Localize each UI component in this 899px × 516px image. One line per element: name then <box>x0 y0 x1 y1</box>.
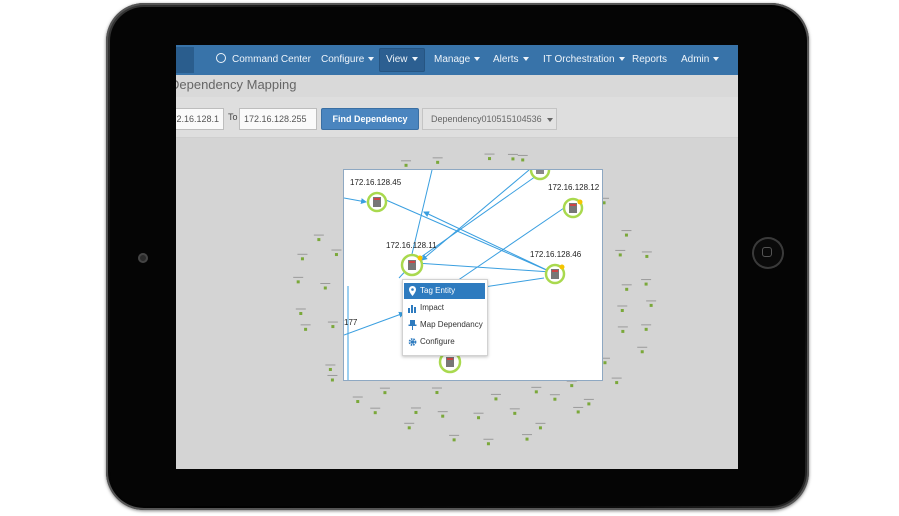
chevron-down-icon <box>618 57 625 62</box>
gear-icon <box>408 338 417 346</box>
to-ip-input[interactable]: 172.16.128.255 <box>239 108 317 130</box>
dashboard-icon <box>216 53 226 64</box>
background-node[interactable] <box>615 249 626 257</box>
node-label: 177 <box>344 318 358 327</box>
app-screen: Command Center Configure View Manage Ale… <box>176 45 738 469</box>
chevron-down-icon <box>474 57 481 62</box>
background-node[interactable] <box>573 406 584 414</box>
background-node[interactable] <box>566 380 577 388</box>
background-node[interactable] <box>449 434 460 442</box>
background-node[interactable] <box>490 393 501 401</box>
background-node[interactable] <box>617 326 628 333</box>
node-partial-top[interactable] <box>529 170 551 181</box>
nav-reports[interactable]: Reports <box>632 45 667 75</box>
node-label: 172.16.128.12 <box>548 183 600 192</box>
background-node[interactable] <box>331 249 342 257</box>
nav-view[interactable]: View <box>379 48 425 72</box>
background-node[interactable] <box>531 386 542 394</box>
edge <box>421 170 530 261</box>
chevron-down-icon <box>368 57 375 62</box>
camera-icon <box>138 253 148 263</box>
menu-item-configure[interactable]: Configure <box>404 334 485 350</box>
background-node[interactable] <box>583 398 594 406</box>
background-node[interactable] <box>473 412 484 420</box>
to-label: To <box>228 112 238 122</box>
background-node[interactable] <box>297 253 308 261</box>
background-node[interactable] <box>404 422 415 430</box>
background-node[interactable] <box>432 157 443 164</box>
background-node[interactable] <box>646 300 657 307</box>
title-bar: Dependency Mapping <box>176 75 738 97</box>
background-node[interactable] <box>641 251 652 258</box>
background-node[interactable] <box>437 411 448 418</box>
background-node[interactable] <box>295 308 306 315</box>
impact-chart-icon <box>408 305 416 313</box>
node-label: 172.16.128.46 <box>530 250 582 259</box>
background-node[interactable] <box>327 374 338 382</box>
background-node[interactable] <box>611 377 622 385</box>
background-node[interactable] <box>621 284 632 291</box>
edge <box>483 277 545 288</box>
chevron-down-icon <box>522 57 529 62</box>
background-node[interactable] <box>379 387 390 395</box>
background-node[interactable] <box>621 230 632 237</box>
background-node[interactable] <box>300 324 311 331</box>
nav-admin[interactable]: Admin <box>681 45 720 75</box>
menu-item-impact[interactable]: Impact <box>404 300 485 316</box>
home-button[interactable] <box>752 237 784 269</box>
menu-item-map-dependancy[interactable]: Map Dependancy <box>404 317 485 333</box>
background-node[interactable] <box>507 153 518 161</box>
background-node[interactable] <box>549 394 560 401</box>
background-node[interactable] <box>617 305 628 312</box>
nav-command-center[interactable]: Command Center <box>216 45 311 75</box>
background-node[interactable] <box>509 408 520 415</box>
server-node-icon[interactable] <box>562 197 584 219</box>
find-dependency-button[interactable]: Find Dependency <box>321 108 419 130</box>
from-ip-input[interactable]: 172.16.128.1 <box>176 108 224 130</box>
page-title: Dependency Mapping <box>176 77 297 92</box>
context-menu: Tag Entity Impact Map Dependancy Configu… <box>402 279 488 356</box>
edge <box>344 197 367 205</box>
background-node[interactable] <box>293 276 304 284</box>
dependency-select[interactable]: Dependency010515104536 <box>422 108 557 130</box>
nav-it-orchestration[interactable]: IT Orchestration <box>543 45 625 75</box>
nav-manage[interactable]: Manage <box>434 45 481 75</box>
background-node[interactable] <box>327 321 338 329</box>
edge <box>415 260 552 273</box>
background-node[interactable] <box>370 407 381 415</box>
background-node[interactable] <box>637 346 648 354</box>
node-label: 172.16.128.45 <box>350 178 402 187</box>
menu-item-tag-entity[interactable]: Tag Entity <box>404 283 485 299</box>
background-node[interactable] <box>352 396 363 404</box>
chevron-down-icon <box>546 117 553 122</box>
background-node[interactable] <box>410 407 421 414</box>
chevron-down-icon <box>411 57 418 62</box>
background-node[interactable] <box>325 364 336 371</box>
zoom-popup: 172.16.128.45 172.16.128.12 172.16.128.1… <box>343 169 603 381</box>
background-node[interactable] <box>483 438 494 446</box>
dependency-toolbar: 172.16.128.1 To 172.16.128.255 Find Depe… <box>176 97 738 138</box>
server-node-icon[interactable] <box>544 263 566 285</box>
pushpin-icon <box>408 320 417 330</box>
background-node[interactable] <box>484 153 495 161</box>
server-node-icon[interactable] <box>366 191 388 213</box>
server-node-icon[interactable] <box>400 253 424 277</box>
map-pin-icon <box>409 286 416 296</box>
background-node[interactable] <box>401 160 412 167</box>
background-node[interactable] <box>522 434 533 441</box>
chevron-down-icon <box>713 57 720 62</box>
app-logo[interactable] <box>176 47 194 73</box>
background-node[interactable] <box>320 282 331 290</box>
nav-alerts[interactable]: Alerts <box>493 45 529 75</box>
background-node[interactable] <box>431 387 442 395</box>
node-label: 172.16.128.11 <box>386 241 437 250</box>
background-node[interactable] <box>641 324 652 331</box>
background-node[interactable] <box>313 234 324 242</box>
background-node[interactable] <box>517 154 528 162</box>
background-node[interactable] <box>641 279 652 286</box>
nav-configure[interactable]: Configure <box>321 45 375 75</box>
top-navbar: Command Center Configure View Manage Ale… <box>176 45 738 75</box>
background-node[interactable] <box>535 422 546 430</box>
